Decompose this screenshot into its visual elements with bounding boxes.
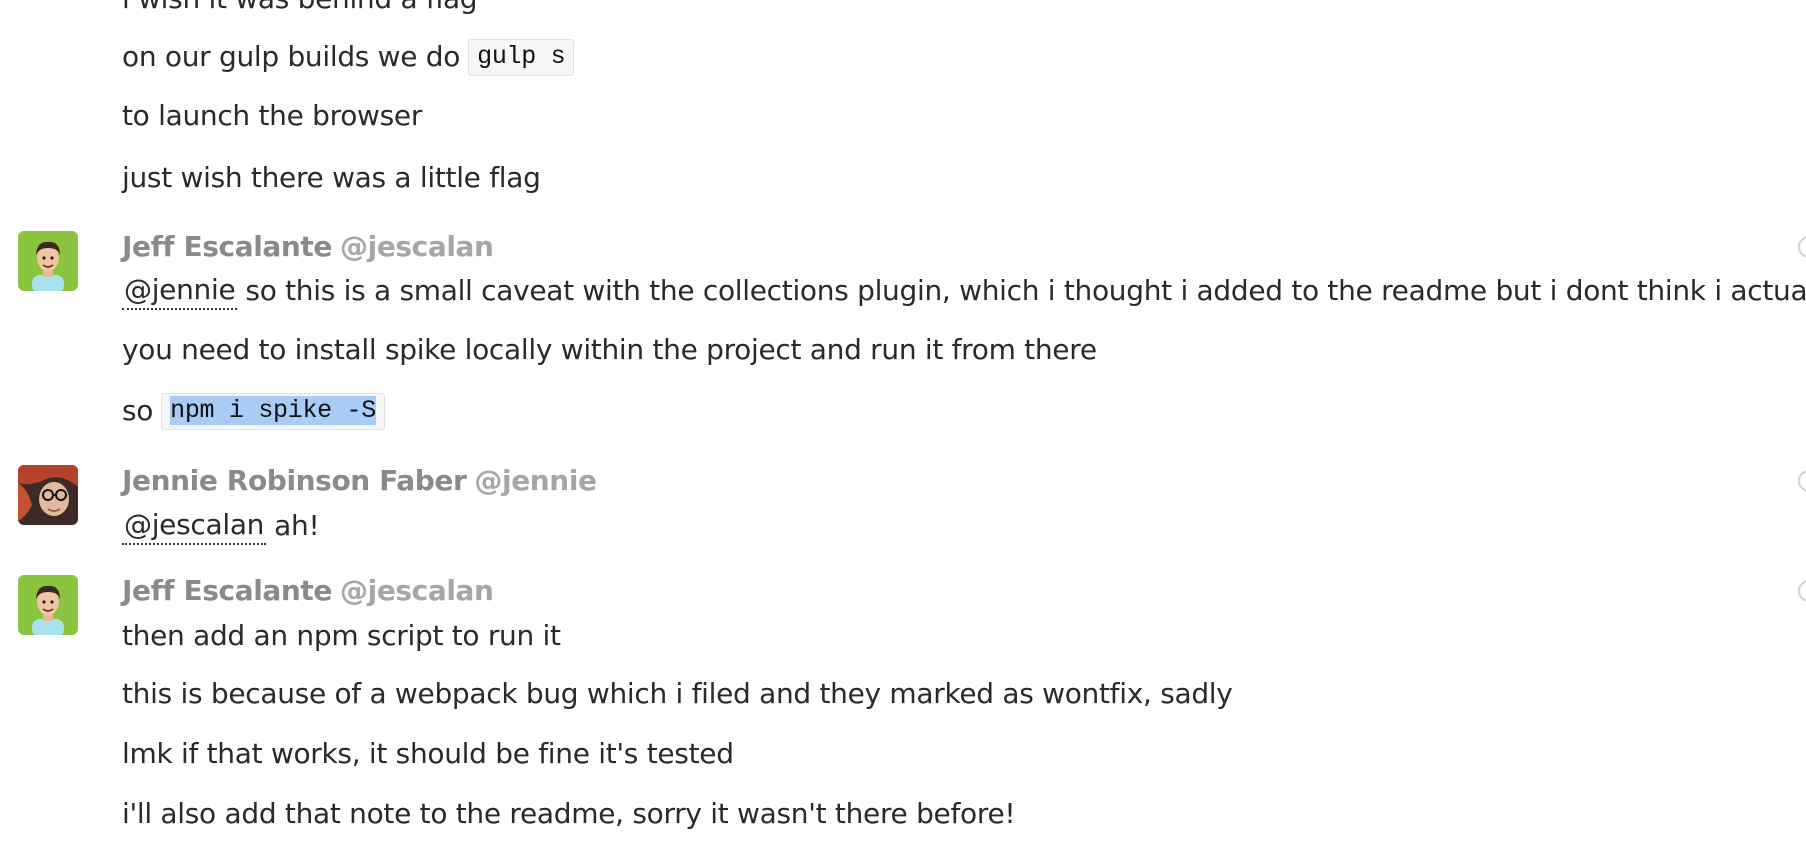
message-header: Jeff Escalante @jescalan	[122, 227, 494, 267]
message-text: @jennie so this is a small caveat with th…	[122, 270, 1806, 311]
avatar-jeff-icon[interactable]	[18, 231, 78, 291]
message-line: so this is a small caveat with the colle…	[245, 274, 1806, 307]
chat-feed: i wish it was behind a flag on our gulp …	[0, 0, 1806, 866]
message-line: you need to install spike locally within…	[122, 333, 1097, 366]
message-line: to launch the browser	[122, 99, 423, 132]
author-handle[interactable]: @jescalan	[340, 230, 494, 263]
message-text: lmk if that works, it should be fine it'…	[122, 733, 734, 774]
message-text: i wish it was behind a flag	[122, 0, 478, 19]
message-text: @jescalan ah!	[122, 505, 320, 546]
message-text: on our gulp builds we do gulp s	[122, 36, 575, 77]
author-handle[interactable]: @jescalan	[340, 574, 494, 607]
message-header: Jeff Escalante @jescalan	[122, 571, 494, 611]
author-name[interactable]: Jeff Escalante	[122, 574, 332, 607]
message-options-icon[interactable]	[1798, 470, 1806, 492]
message-line: i'll also add that note to the readme, s…	[122, 797, 1016, 830]
message-line: ah!	[274, 509, 320, 542]
message-line: on our gulp builds we do	[122, 40, 461, 73]
selected-text: npm i spike -S	[170, 395, 376, 425]
message-text: to launch the browser	[122, 95, 422, 136]
message-text: i'll also add that note to the readme, s…	[122, 793, 1016, 834]
message-line: this is because of a webpack bug which i…	[122, 677, 1233, 710]
author-name[interactable]: Jennie Robinson Faber	[122, 464, 467, 497]
message-options-icon[interactable]	[1798, 580, 1806, 602]
message-line: so	[122, 394, 154, 427]
message-text: then add an npm script to run it	[122, 615, 561, 656]
author-name[interactable]: Jeff Escalante	[122, 230, 332, 263]
message-text: so npm i spike -S	[122, 390, 385, 431]
avatar-jeff-icon[interactable]	[18, 575, 78, 635]
message-line: i wish it was behind a flag	[122, 0, 478, 15]
message-text: you need to install spike locally within…	[122, 329, 1097, 370]
inline-code: npm i spike -S	[161, 392, 385, 430]
message-text: just wish there was a little flag	[122, 157, 541, 198]
message-header: Jennie Robinson Faber @jennie	[122, 461, 597, 501]
avatar-jennie-icon[interactable]	[18, 465, 78, 525]
user-mention[interactable]: @jescalan	[122, 508, 267, 545]
author-handle[interactable]: @jennie	[474, 464, 597, 497]
user-mention[interactable]: @jennie	[122, 273, 238, 310]
message-line: then add an npm script to run it	[122, 619, 561, 652]
message-line: just wish there was a little flag	[122, 161, 541, 194]
inline-code: gulp s	[468, 38, 575, 76]
message-text: this is because of a webpack bug which i…	[122, 673, 1233, 714]
message-line: lmk if that works, it should be fine it'…	[122, 737, 734, 770]
message-options-icon[interactable]	[1798, 236, 1806, 258]
